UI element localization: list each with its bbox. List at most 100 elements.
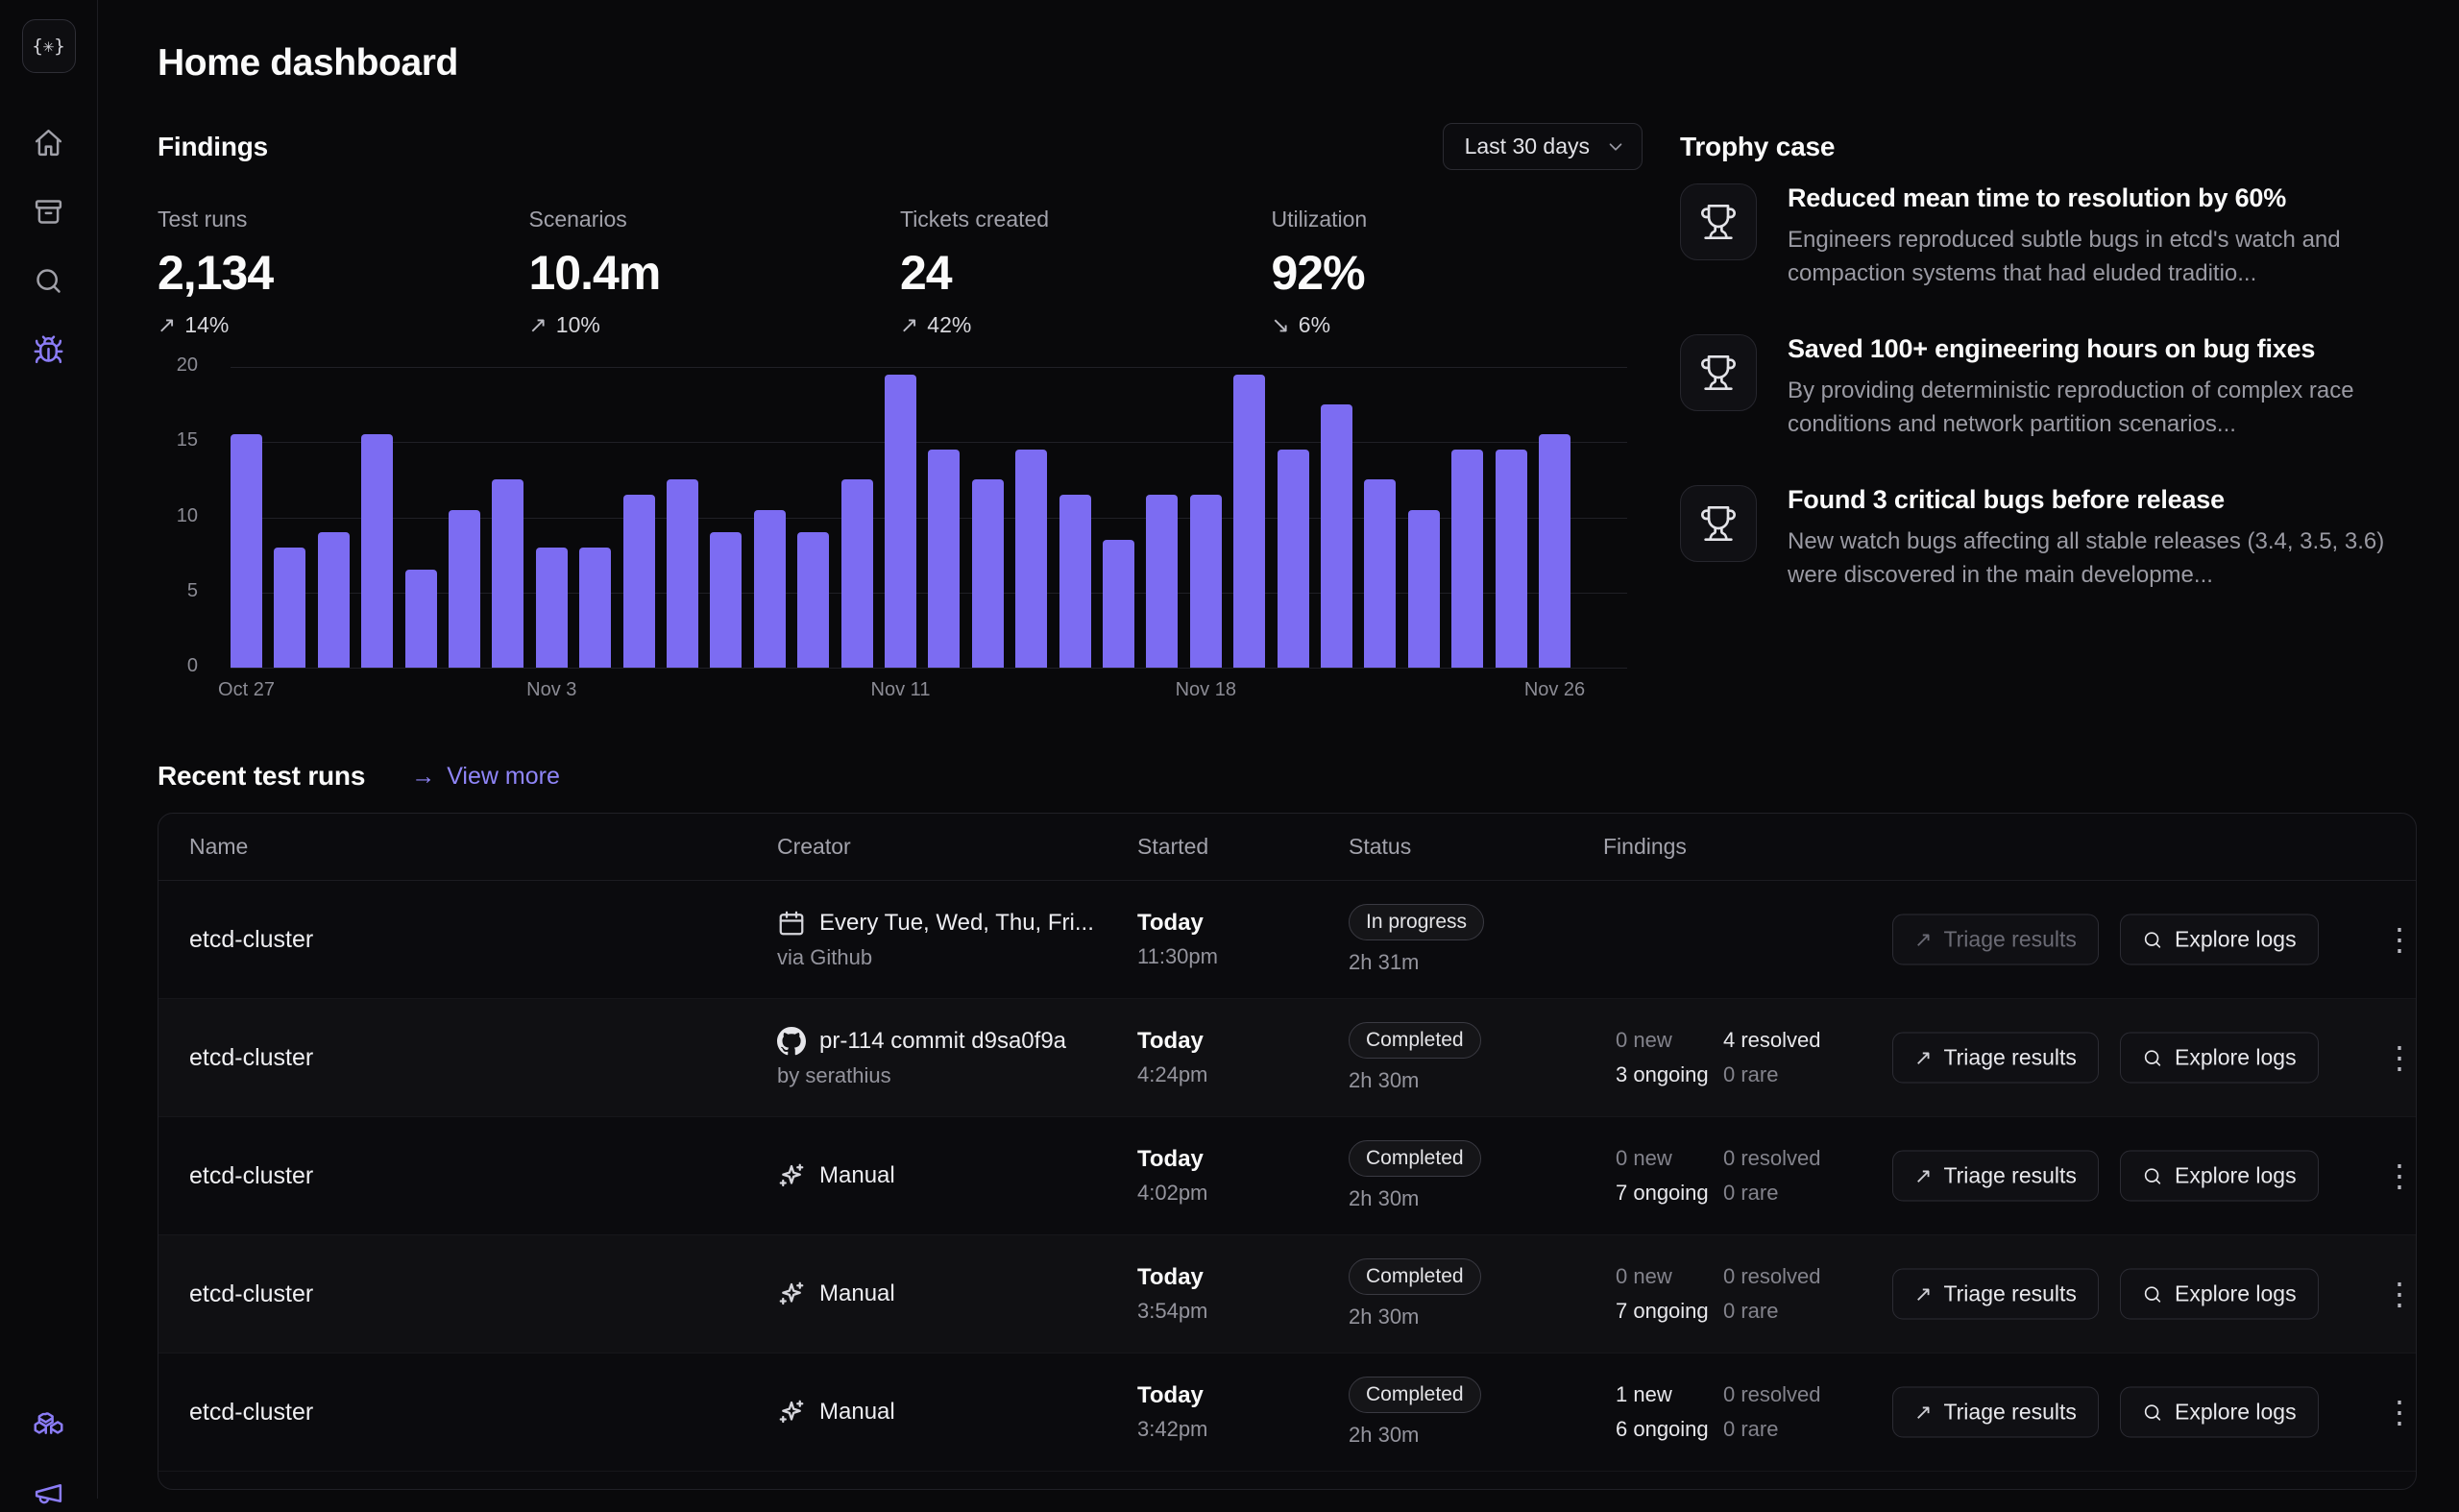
started-day: Today: [1137, 1264, 1349, 1291]
trophy-title: Saved 100+ engineering hours on bug fixe…: [1788, 334, 2417, 364]
trophy-badge: [1680, 334, 1757, 411]
row-menu-button[interactable]: ⋮: [2376, 1394, 2417, 1430]
run-status: Completed2h 30m: [1349, 1258, 1603, 1329]
trophy-item: Saved 100+ engineering hours on bug fixe…: [1680, 334, 2417, 441]
chart-bar: [928, 450, 960, 668]
explore-logs-button[interactable]: Explore logs: [2120, 1387, 2319, 1438]
explore-logs-label: Explore logs: [2175, 1281, 2297, 1307]
column-header-started: Started: [1137, 834, 1349, 860]
chart-bar: [405, 570, 437, 668]
run-creator: Every Tue, Wed, Thu, Fri...via Github: [777, 909, 1137, 970]
trend-arrow-icon: ↗: [900, 312, 918, 338]
y-tick-label: 10: [158, 505, 198, 527]
run-findings: 0 new3 ongoing4 resolved0 rare: [1603, 1028, 1892, 1087]
column-header-findings: Findings: [1603, 834, 1892, 860]
chart-bar: [1233, 375, 1265, 668]
triage-results-button[interactable]: ↗Triage results: [1892, 1151, 2099, 1202]
table-header: NameCreatorStartedStatusFindings: [158, 814, 2416, 881]
trophy-description: By providing deterministic reproduction …: [1788, 374, 2417, 441]
megaphone-icon: [33, 1477, 64, 1509]
triage-results-button[interactable]: ↗Triage results: [1892, 915, 2099, 965]
row-menu-button[interactable]: ⋮: [2376, 921, 2417, 958]
sidebar-item-test-runs[interactable]: [30, 192, 68, 231]
external-arrow-icon: ↗: [1914, 1045, 1932, 1070]
app-logo[interactable]: {✳}: [22, 19, 76, 73]
triage-results-label: Triage results: [1943, 1400, 2076, 1426]
gridline: [231, 367, 1627, 368]
run-duration: 2h 30m: [1349, 1305, 1603, 1329]
finding-count-ongoing: 7 ongoing: [1616, 1181, 1723, 1206]
run-started: Today 4:24pm: [1137, 1028, 1349, 1087]
sidebar-item-findings[interactable]: [30, 330, 68, 369]
trophy-description: New watch bugs affecting all stable rele…: [1788, 524, 2417, 592]
finding-count-ongoing: 7 ongoing: [1616, 1299, 1723, 1324]
row-menu-button[interactable]: ⋮: [2376, 1039, 2417, 1076]
sidebar: {✳}: [0, 0, 98, 1499]
stat-scenarios: Scenarios 10.4m ↗10%: [529, 207, 901, 338]
table-row: etcd-clusterpr-114 commit d9sa0f9aby ser…: [158, 999, 2416, 1117]
finding-count-ongoing: 6 ongoing: [1616, 1417, 1723, 1442]
run-duration: 2h 30m: [1349, 1186, 1603, 1211]
started-day: Today: [1137, 1028, 1349, 1055]
chart-bar: [449, 510, 480, 668]
explore-logs-label: Explore logs: [2175, 1163, 2297, 1189]
started-time: 4:24pm: [1137, 1062, 1349, 1087]
trophy-icon: [1699, 504, 1738, 543]
search-icon: [2142, 1283, 2163, 1305]
run-started: Today3:42pm: [1137, 1382, 1349, 1442]
sidebar-item-search[interactable]: [30, 261, 68, 300]
column-header-name: Name: [158, 834, 777, 860]
explore-logs-button[interactable]: Explore logs: [2120, 915, 2319, 965]
run-started: Today11:30pm: [1137, 910, 1349, 969]
explore-logs-button[interactable]: Explore logs: [2120, 1269, 2319, 1320]
row-menu-button[interactable]: ⋮: [2376, 1276, 2417, 1312]
explore-logs-button[interactable]: Explore logs: [2120, 1151, 2319, 1202]
search-icon: [2142, 929, 2163, 950]
run-actions: ↗ Triage results Explore logs ⋮: [1892, 1353, 2416, 1471]
external-arrow-icon: ↗: [1914, 1281, 1932, 1306]
trophy-icon: [1699, 354, 1738, 392]
triage-results-button[interactable]: ↗Triage results: [1892, 1269, 2099, 1320]
trophy-case-title: Trophy case: [1680, 132, 1835, 162]
creator-text: Manual: [819, 1399, 895, 1426]
gridline: [231, 442, 1627, 443]
table-row: etcd-clusterManualToday4:02pmCompleted2h…: [158, 1117, 2416, 1235]
finding-count-new: 0 new: [1616, 1264, 1723, 1289]
triage-results-button[interactable]: ↗ Triage results: [1892, 1387, 2099, 1438]
triage-results-button[interactable]: ↗Triage results: [1892, 1033, 2099, 1084]
date-range-select[interactable]: Last 30 days: [1443, 123, 1643, 170]
chart-bar: [361, 434, 393, 668]
started-time: 4:02pm: [1137, 1181, 1349, 1206]
table-row: etcd-clusterEvery Tue, Wed, Thu, Fri...v…: [158, 881, 2416, 999]
chart-bar: [841, 479, 873, 668]
page-title: Home dashboard: [158, 42, 2417, 85]
sidebar-item-announcements[interactable]: [30, 1474, 68, 1512]
creator-text: pr-114 commit d9sa0f9a: [819, 1028, 1066, 1055]
sidebar-item-boxes[interactable]: [30, 1404, 68, 1443]
explore-logs-button[interactable]: Explore logs: [2120, 1033, 2319, 1084]
view-more-link[interactable]: → View more: [411, 763, 560, 791]
findings-title: Findings: [158, 132, 268, 162]
triage-results-label: Triage results: [1943, 927, 2076, 953]
date-range-value: Last 30 days: [1465, 134, 1590, 159]
recent-test-runs-title: Recent test runs: [158, 761, 365, 792]
column-header-status: Status: [1349, 834, 1603, 860]
row-menu-button[interactable]: ⋮: [2376, 1158, 2417, 1194]
external-arrow-icon: ↗: [1914, 1400, 1932, 1425]
run-name: etcd-cluster: [158, 1162, 777, 1190]
chart-bar: [274, 548, 305, 668]
finding-count-resolved: 0 resolved: [1723, 1264, 1831, 1289]
finding-count-resolved: 4 resolved: [1723, 1028, 1831, 1053]
finding-count-resolved: 0 resolved: [1723, 1382, 1831, 1407]
finding-count-ongoing: 3 ongoing: [1616, 1062, 1723, 1087]
archive-stack-icon: [33, 196, 64, 228]
main-content: Home dashboard Findings Last 30 days Tes…: [98, 0, 2459, 1499]
chart-bar: [1451, 450, 1483, 668]
recent-test-runs-table: NameCreatorStartedStatusFindings etcd-cl…: [158, 813, 2417, 1490]
run-findings: 1 new6 ongoing0 resolved0 rare: [1603, 1382, 1892, 1442]
x-tick-label: Nov 26: [1524, 679, 1585, 701]
chart-bar: [797, 532, 829, 668]
bug-icon: [33, 334, 64, 366]
findings-section: Findings Last 30 days Test runs 2,134 ↗1…: [158, 123, 1643, 738]
sidebar-item-home[interactable]: [30, 123, 68, 161]
